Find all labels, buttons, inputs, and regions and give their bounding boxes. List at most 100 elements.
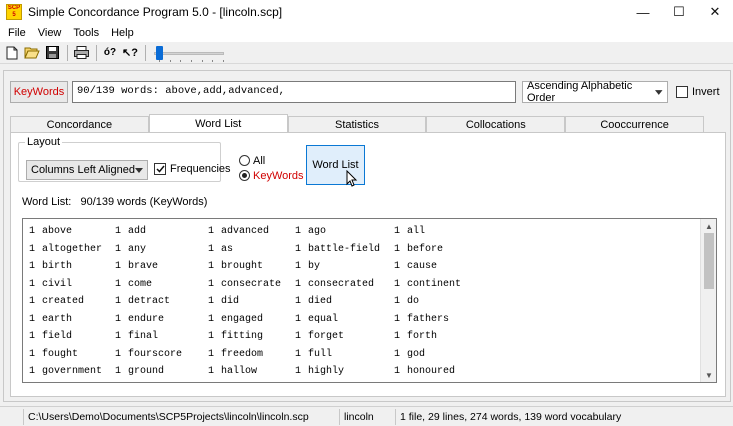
- word-entry: 1 field: [29, 331, 115, 342]
- word-count: 1: [295, 331, 302, 343]
- radio-keywords-label: KeyWords: [253, 169, 304, 182]
- frequencies-checkbox-box[interactable]: [154, 163, 166, 175]
- context-help-glyph: ?: [131, 47, 138, 59]
- slider-thumb[interactable]: [156, 45, 163, 60]
- word-text: all: [407, 226, 426, 238]
- word-count: 1: [394, 296, 401, 308]
- word-text: hallow: [221, 366, 258, 378]
- scroll-thumb[interactable]: [704, 233, 714, 289]
- word-row: 1 field 1 final 1 fitting 1 forget 1 forth: [29, 328, 699, 346]
- maximize-button[interactable]: ☐: [661, 0, 697, 24]
- keywords-input[interactable]: 90/139 words: above,add,advanced,: [72, 81, 516, 103]
- word-text: did: [221, 296, 240, 308]
- word-entry: 1 highly: [295, 366, 394, 377]
- vertical-scrollbar[interactable]: ▲ ▼: [700, 219, 716, 382]
- sort-order-select[interactable]: Ascending Alphabetic Order: [522, 80, 668, 104]
- new-file-button[interactable]: [3, 44, 21, 62]
- context-help-button[interactable]: ↖?: [121, 44, 139, 62]
- search-row: KeyWords 90/139 words: above,add,advance…: [10, 80, 725, 104]
- toolbar-separator: [145, 44, 146, 61]
- radio-all-button[interactable]: [239, 155, 250, 166]
- word-list-results[interactable]: 1 above 1 add 1 advanced 1 ago 1 all 1 altogether 1 a…: [22, 218, 717, 383]
- open-button[interactable]: [23, 44, 41, 62]
- toolbar-separator: [96, 44, 97, 61]
- word-text: forth: [407, 331, 438, 343]
- word-row: 1 fought 1 fourscore 1 freedom 1 full 1 god: [29, 346, 699, 364]
- window-controls: — ☐ ✕: [625, 0, 733, 24]
- tab-cooccurrence[interactable]: Cooccurrence: [565, 116, 704, 132]
- word-count: 1: [115, 296, 122, 308]
- word-text: forget: [308, 331, 345, 343]
- menu-view[interactable]: View: [32, 27, 68, 39]
- word-text: equal: [308, 313, 339, 325]
- zoom-slider[interactable]: [154, 44, 224, 62]
- word-entry: 1 detract: [115, 296, 208, 307]
- radio-keywords[interactable]: KeyWords: [239, 168, 304, 183]
- word-entry: 1 god: [394, 349, 527, 360]
- word-entry: 1 battle-field: [295, 244, 394, 255]
- word-count: 1: [295, 296, 302, 308]
- word-count: 1: [115, 278, 122, 290]
- word-entry: 1 fitting: [208, 331, 295, 342]
- word-entry: 1 died: [295, 296, 394, 307]
- word-text: earth: [42, 313, 73, 325]
- invert-checkbox-box[interactable]: [676, 86, 688, 98]
- word-entry: 1 ground: [115, 366, 208, 377]
- menu-file[interactable]: File: [2, 27, 32, 39]
- layout-select[interactable]: Columns Left Aligned: [26, 160, 148, 180]
- word-text: do: [407, 296, 420, 308]
- word-entry: 1 consecrated: [295, 279, 394, 290]
- invert-checkbox[interactable]: Invert: [676, 86, 720, 98]
- menu-bar: File View Tools Help: [0, 24, 733, 42]
- word-entry: 1 before: [394, 244, 527, 255]
- word-count: 1: [29, 366, 36, 378]
- word-text: engaged: [221, 313, 264, 325]
- word-text: honoured: [407, 366, 456, 378]
- menu-help[interactable]: Help: [105, 27, 140, 39]
- word-row: 1increased1larger1last1liberty1little: [29, 381, 699, 383]
- tab-strip: Concordance Word List Statistics Colloca…: [10, 114, 704, 132]
- word-entry: 1 engaged: [208, 314, 295, 325]
- word-text: god: [407, 348, 426, 360]
- word-text: full: [308, 348, 333, 360]
- status-spacer: [0, 408, 24, 425]
- word-count: 1: [29, 348, 36, 360]
- save-button[interactable]: [43, 44, 61, 62]
- scroll-up-icon[interactable]: ▲: [701, 219, 716, 233]
- word-entry: 1 fourscore: [115, 349, 208, 360]
- keywords-button[interactable]: KeyWords: [10, 81, 68, 103]
- word-entry: 1 by: [295, 261, 394, 272]
- context-help-icon: ↖?: [122, 47, 138, 59]
- word-entry: 1 did: [208, 296, 295, 307]
- word-entry: 1 earth: [29, 314, 115, 325]
- tab-statistics[interactable]: Statistics: [287, 116, 427, 132]
- word-entry: 1 brought: [208, 261, 295, 272]
- word-text: as: [221, 243, 234, 255]
- menu-tools[interactable]: Tools: [67, 27, 105, 39]
- word-text: final: [128, 331, 159, 343]
- close-button[interactable]: ✕: [697, 0, 733, 24]
- mouse-cursor-icon: [346, 170, 358, 187]
- word-row: 1 earth 1 endure 1 engaged 1 equal 1 fathers: [29, 311, 699, 329]
- word-entry: 1 freedom: [208, 349, 295, 360]
- save-icon: [45, 46, 59, 59]
- sort-order-value: Ascending Alphabetic Order: [527, 80, 633, 104]
- radio-keywords-button[interactable]: [239, 170, 250, 181]
- word-count: 1: [208, 331, 215, 343]
- scroll-down-icon[interactable]: ▼: [701, 368, 716, 382]
- minimize-button[interactable]: —: [625, 0, 661, 24]
- radio-all[interactable]: All: [239, 153, 304, 168]
- word-text: fitting: [221, 331, 264, 343]
- word-text: consecrate: [221, 278, 282, 290]
- about-button[interactable]: ó?: [101, 44, 119, 62]
- tab-word-list[interactable]: Word List: [148, 114, 288, 132]
- word-count: 1: [295, 226, 302, 238]
- tab-concordance[interactable]: Concordance: [10, 116, 149, 132]
- print-button[interactable]: [72, 44, 90, 62]
- frequencies-checkbox[interactable]: Frequencies: [154, 163, 231, 175]
- word-count: 1: [295, 366, 302, 378]
- tab-collocations[interactable]: Collocations: [426, 116, 566, 132]
- word-count: 1: [295, 243, 302, 255]
- word-entry: 1 honoured: [394, 366, 527, 377]
- word-entry: 1 birth: [29, 261, 115, 272]
